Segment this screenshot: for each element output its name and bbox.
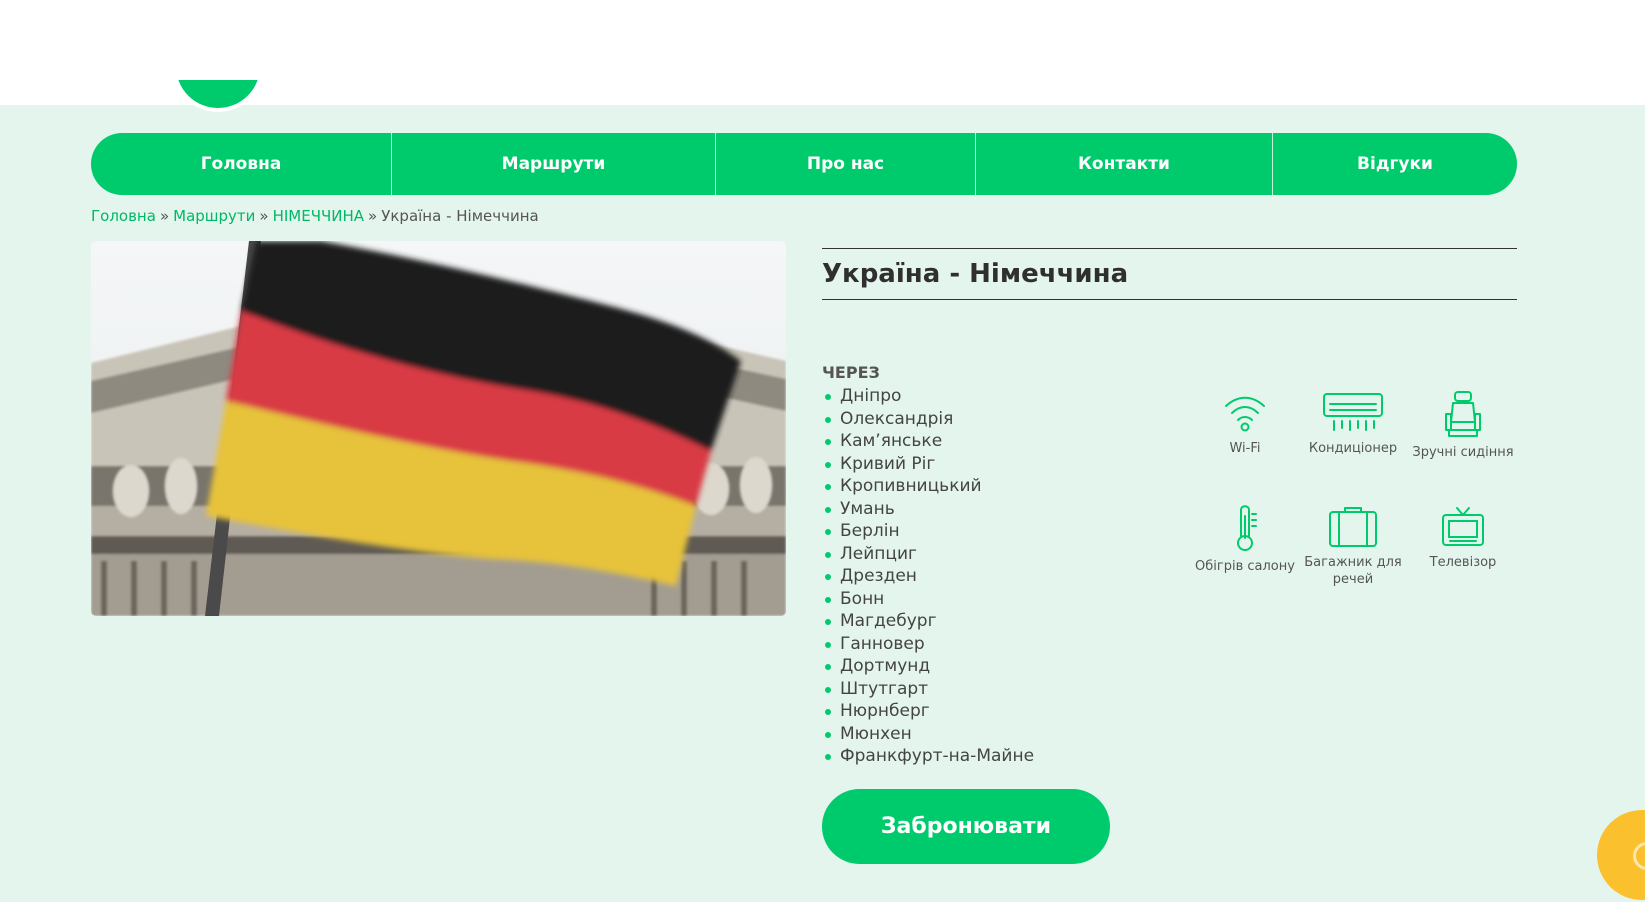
route-photo-german-flag [91, 241, 786, 616]
list-item: Берлін [822, 520, 1034, 543]
book-button[interactable]: Забронювати [822, 789, 1110, 864]
list-item: Кропивницький [822, 475, 1034, 498]
list-item: Ганновер [822, 633, 1034, 656]
route-title-box: Україна - Німеччина [822, 248, 1517, 300]
amenity-heating: Обігрів салону [1190, 504, 1300, 575]
nav-item-routes[interactable]: Маршрути [392, 133, 716, 195]
list-item: Кам’янське [822, 430, 1034, 453]
list-item: Нюрнберг [822, 700, 1034, 723]
air-conditioner-icon [1323, 393, 1383, 431]
nav-item-reviews[interactable]: Відгуки [1273, 133, 1517, 195]
page-title: Україна - Німеччина [822, 259, 1129, 289]
list-item: Кривий Ріг [822, 453, 1034, 476]
list-item: Умань [822, 498, 1034, 521]
tv-icon [1442, 507, 1484, 546]
amenity-label: Багажник для речей [1304, 555, 1402, 587]
list-item: Мюнхен [822, 723, 1034, 746]
main-nav: Головна Маршрути Про нас Контакти Відгук… [91, 133, 1517, 195]
list-item: Олександрія [822, 408, 1034, 431]
nav-item-contacts[interactable]: Контакти [976, 133, 1273, 195]
breadcrumb-separator: » [159, 207, 170, 225]
wifi-icon [1225, 396, 1265, 432]
amenity-air-conditioner: Кондиціонер [1298, 392, 1408, 457]
list-item: Штутгарт [822, 678, 1034, 701]
amenity-label: Зручні сидіння [1412, 445, 1514, 460]
amenity-luggage: Багажник для речей [1298, 506, 1408, 588]
breadcrumb-country-link[interactable]: НІМЕЧЧИНА [273, 207, 364, 225]
amenity-label: Кондиціонер [1308, 441, 1398, 456]
chat-widget-button[interactable] [1597, 810, 1645, 900]
amenity-label: Телевізор [1429, 555, 1497, 570]
breadcrumb: Головна» Маршрути» НІМЕЧЧИНА» Україна - Нім… [91, 207, 539, 225]
seat-icon [1445, 391, 1481, 437]
nav-item-about[interactable]: Про нас [716, 133, 976, 195]
chat-icon [1633, 842, 1645, 870]
amenity-label: Wi-Fi [1229, 441, 1261, 456]
thermometer-icon [1237, 505, 1257, 551]
via-label: ЧЕРЕЗ [822, 363, 880, 382]
list-item: Магдебург [822, 610, 1034, 633]
breadcrumb-separator: » [368, 207, 378, 225]
breadcrumb-current: Україна - Німеччина [381, 207, 539, 225]
breadcrumb-separator: » [259, 207, 269, 225]
luggage-icon [1329, 507, 1377, 547]
nav-item-home[interactable]: Головна [91, 133, 392, 195]
amenity-seat: Зручні сидіння [1408, 390, 1518, 461]
logo[interactable] [172, 80, 264, 116]
logo-disc [172, 80, 264, 112]
list-item: Дніпро [822, 385, 1034, 408]
breadcrumb-home-link[interactable]: Головна [91, 207, 156, 225]
list-item: Дрезден [822, 565, 1034, 588]
route-stops-list: Дніпро Олександрія Кам’янське Кривий Ріг… [822, 385, 1034, 768]
breadcrumb-routes-link[interactable]: Маршрути [173, 207, 255, 225]
german-flag-image [91, 241, 786, 616]
amenity-tv: Телевізор [1408, 506, 1518, 571]
amenity-label: Обігрів салону [1195, 559, 1295, 574]
list-item: Франкфурт-на-Майне [822, 745, 1034, 768]
list-item: Дортмунд [822, 655, 1034, 678]
amenity-wifi: Wi-Fi [1190, 392, 1300, 457]
list-item: Лейпциг [822, 543, 1034, 566]
list-item: Бонн [822, 588, 1034, 611]
